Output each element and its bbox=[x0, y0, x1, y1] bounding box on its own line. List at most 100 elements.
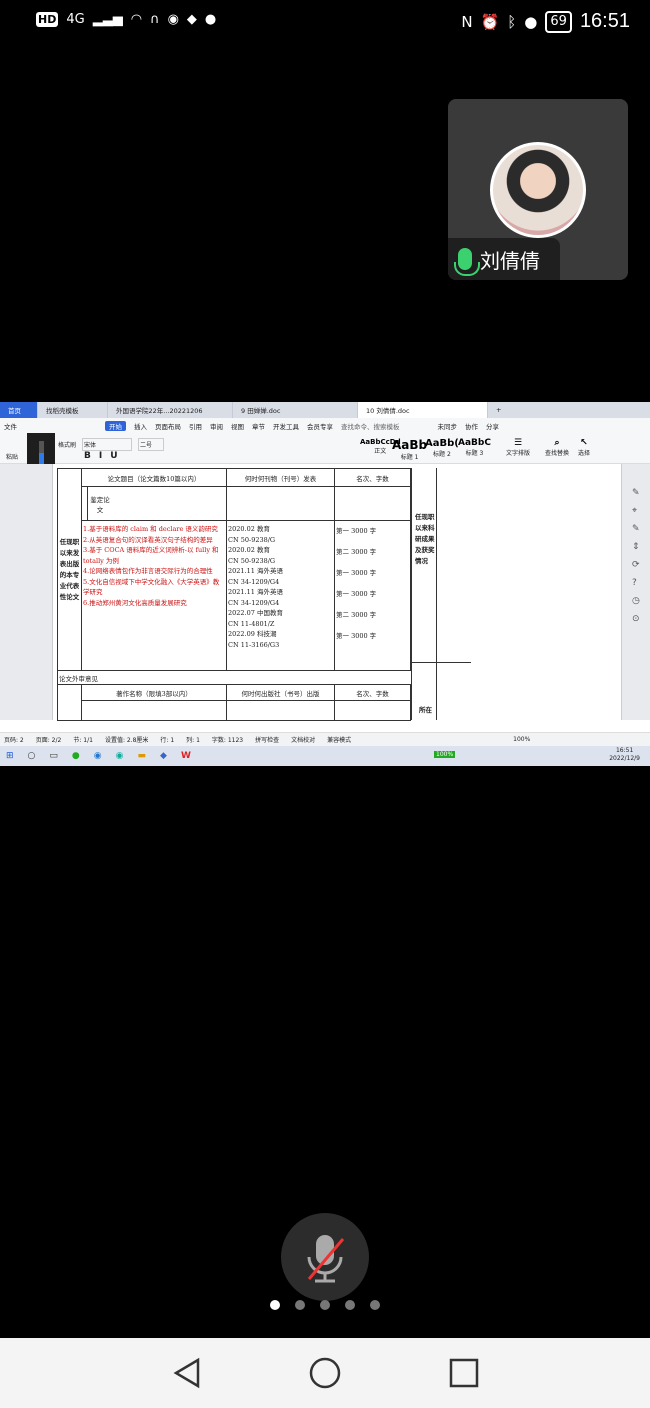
zoom-level[interactable]: 100% bbox=[513, 736, 530, 743]
network-label: 4G bbox=[66, 12, 85, 27]
books-rank: 名次、字数 bbox=[334, 684, 411, 701]
style-h3[interactable]: AaBbC 标题 3 bbox=[458, 438, 491, 457]
wechat-icon[interactable]: ● bbox=[72, 751, 80, 761]
mic-off-icon bbox=[307, 1235, 345, 1283]
document-page: 任现职以来发表出版的本专业代表性论文 论文题目（论文篇数10篇以内） 何时何刊物… bbox=[52, 464, 622, 721]
back-icon[interactable] bbox=[170, 1356, 204, 1390]
spellcheck-button[interactable]: 拼写检查 bbox=[255, 735, 279, 744]
home-icon[interactable] bbox=[308, 1356, 342, 1390]
right-label: 任现职以来科研成果及获奖情况 bbox=[415, 513, 435, 565]
style-h1[interactable]: AaBb 标题 1 bbox=[392, 438, 427, 461]
participant-name: 刘倩倩 bbox=[480, 248, 540, 273]
headphones-icon: ∩ bbox=[150, 12, 160, 27]
app-icon: ◆ bbox=[186, 12, 197, 27]
ribbon: 文件 开始 插入 页面布局 引用 审阅 视图 章节 开发工具 会员专享 查找命令… bbox=[0, 418, 650, 464]
battery-indicator: 69 bbox=[545, 10, 572, 33]
compat-mode: 兼容模式 bbox=[327, 737, 352, 744]
tab-doc-b[interactable]: 9 田婵婵.doc bbox=[233, 402, 358, 418]
format-icons[interactable]: BIU bbox=[84, 451, 126, 461]
proofread-button[interactable]: 文档校对 bbox=[291, 735, 315, 744]
menu-member[interactable]: 会员专享 bbox=[307, 421, 333, 431]
tab-template[interactable]: 找稻壳模板 bbox=[38, 402, 108, 418]
tab-doc-active[interactable]: 10 刘倩倩.doc bbox=[358, 402, 488, 418]
meeting-icon[interactable]: ◆ bbox=[160, 751, 167, 761]
mic-status-icon: ● bbox=[524, 12, 538, 31]
appraisal-label: 鉴定论文 bbox=[90, 495, 110, 514]
page-dot-2[interactable] bbox=[295, 1300, 305, 1310]
right-bottom-label: 所在 bbox=[419, 706, 432, 714]
menu-dev[interactable]: 开发工具 bbox=[273, 421, 299, 431]
rank-list: 第一 3000 字第二 3000 字第一 3000 字第一 3000 字第二 3… bbox=[334, 520, 411, 671]
paper-table: 任现职以来发表出版的本专业代表性论文 论文题目（论文篇数10篇以内） 何时何刊物… bbox=[57, 468, 411, 721]
journal-list: 2020.02 教育 CN 50-9238/G 2020.02 教育 CN 50-92… bbox=[226, 520, 335, 671]
chat-icon: ● bbox=[204, 12, 217, 27]
edge-icon[interactable]: ◉ bbox=[116, 751, 124, 761]
doc-status-bar: 页码: 2 页面: 2/2 节: 1/1 设置值: 2.8厘米 行: 1 列: … bbox=[0, 732, 650, 746]
setting-label: 设置值: 2.8厘米 bbox=[104, 737, 149, 744]
ribbon-tabs: 文件 开始 插入 页面布局 引用 审阅 视图 章节 开发工具 会员专享 查找命令… bbox=[4, 421, 499, 431]
collab-button[interactable]: 协作 bbox=[465, 421, 478, 431]
find-replace-button[interactable]: ⌕ 查找替换 bbox=[545, 438, 569, 457]
paste-button[interactable]: 粘贴 bbox=[6, 452, 18, 461]
recents-icon[interactable] bbox=[447, 1356, 481, 1390]
size-select[interactable]: 二号 bbox=[138, 438, 164, 451]
menu-insert[interactable]: 插入 bbox=[134, 421, 147, 431]
menu-file[interactable]: 文件 bbox=[4, 421, 17, 431]
nfc-icon: N bbox=[461, 12, 473, 31]
status-bar: HD 4G ▂▃▅ ◠ ∩ ◉ ◆ ● N ⏰ ᛒ ● 69 16:51 bbox=[0, 0, 650, 50]
pages-label: 页面: 2/2 bbox=[35, 737, 62, 744]
menu-start[interactable]: 开始 bbox=[105, 421, 126, 431]
format-painter[interactable]: 格式刷 bbox=[58, 440, 76, 449]
windows-icon[interactable]: ⊞ bbox=[6, 751, 14, 761]
search-input[interactable]: 查找命令、搜索模板 bbox=[341, 421, 400, 431]
mic-on-icon bbox=[454, 248, 480, 276]
title-list: 1.基于语料库的 claim 和 declare 语义韵研究 2.从英语复合句的汉… bbox=[81, 520, 227, 671]
tray-clock: 16:51 2022/12/9 bbox=[609, 747, 640, 762]
page-dot-1[interactable] bbox=[270, 1300, 280, 1310]
clock: 16:51 bbox=[579, 10, 630, 32]
bluetooth-icon: ᛒ bbox=[507, 12, 517, 31]
page-indicator bbox=[270, 1300, 380, 1310]
page-label: 页码: 2 bbox=[4, 737, 24, 744]
font-select[interactable]: 宋体 bbox=[82, 438, 132, 451]
page-dot-3[interactable] bbox=[320, 1300, 330, 1310]
alarm-icon: ⏰ bbox=[480, 12, 500, 31]
tab-home[interactable]: 首页 bbox=[0, 402, 38, 418]
outside-review: 论文外审意见 bbox=[57, 670, 411, 685]
document-area: 任现职以来发表出版的本专业代表性论文 论文题目（论文篇数10篇以内） 何时何刊物… bbox=[0, 464, 650, 721]
page-dot-4[interactable] bbox=[345, 1300, 355, 1310]
taskview-icon[interactable]: ▭ bbox=[49, 751, 58, 761]
wps-icon[interactable]: W bbox=[181, 751, 191, 761]
header-rank: 名次、字数 bbox=[334, 468, 411, 487]
select-button[interactable]: ↖ 选择 bbox=[578, 438, 590, 457]
menu-view[interactable]: 视图 bbox=[231, 421, 244, 431]
menu-layout[interactable]: 页面布局 bbox=[155, 421, 181, 431]
mute-button[interactable] bbox=[281, 1213, 369, 1301]
menu-reference[interactable]: 引用 bbox=[189, 421, 202, 431]
tab-doc-a[interactable]: 外国语学院22年...20221206 bbox=[108, 402, 233, 418]
search-icon[interactable]: ○ bbox=[28, 751, 36, 761]
battery-tray: 100% bbox=[434, 751, 456, 758]
page-dot-5[interactable] bbox=[370, 1300, 380, 1310]
row-label: 行: 1 bbox=[160, 737, 175, 744]
col-label: 列: 1 bbox=[186, 737, 200, 744]
left-label: 任现职以来发表出版的本专业代表性论文 bbox=[57, 468, 82, 671]
shared-screen: 首页 找稻壳模板 外国语学院22年...20221206 9 田婵婵.doc 1… bbox=[0, 402, 650, 766]
text-layout-button[interactable]: ☰ 文字排版 bbox=[506, 438, 530, 457]
menu-review[interactable]: 审阅 bbox=[210, 421, 223, 431]
share-button[interactable]: 分享 bbox=[486, 421, 499, 431]
new-tab-button[interactable]: + bbox=[488, 402, 509, 418]
browser-icon[interactable]: ◉ bbox=[94, 751, 102, 761]
nav-bar bbox=[0, 1338, 650, 1408]
header-title: 论文题目（论文篇数10篇以内） bbox=[81, 468, 227, 487]
eye-icon: ◉ bbox=[167, 12, 179, 27]
style-h2[interactable]: AaBb(标题 2 bbox=[425, 438, 459, 458]
sync-label[interactable]: 未同步 bbox=[438, 421, 458, 431]
doc-tabs: 首页 找稻壳模板 外国语学院22年...20221206 9 田婵婵.doc 1… bbox=[0, 402, 650, 418]
avatar bbox=[490, 142, 586, 238]
side-toolbar[interactable]: ✎ ⌖ ✎ ⇕ ⟳? ◷ ⊙ bbox=[632, 484, 646, 628]
word-count: 字数: 1123 bbox=[211, 737, 244, 744]
taskbar: ⊞ ○ ▭ ● ◉ ◉ ▬ ◆ W 100% 16:51 2022/12/9 bbox=[0, 746, 650, 766]
menu-section[interactable]: 章节 bbox=[252, 421, 265, 431]
folder-icon[interactable]: ▬ bbox=[138, 751, 147, 761]
